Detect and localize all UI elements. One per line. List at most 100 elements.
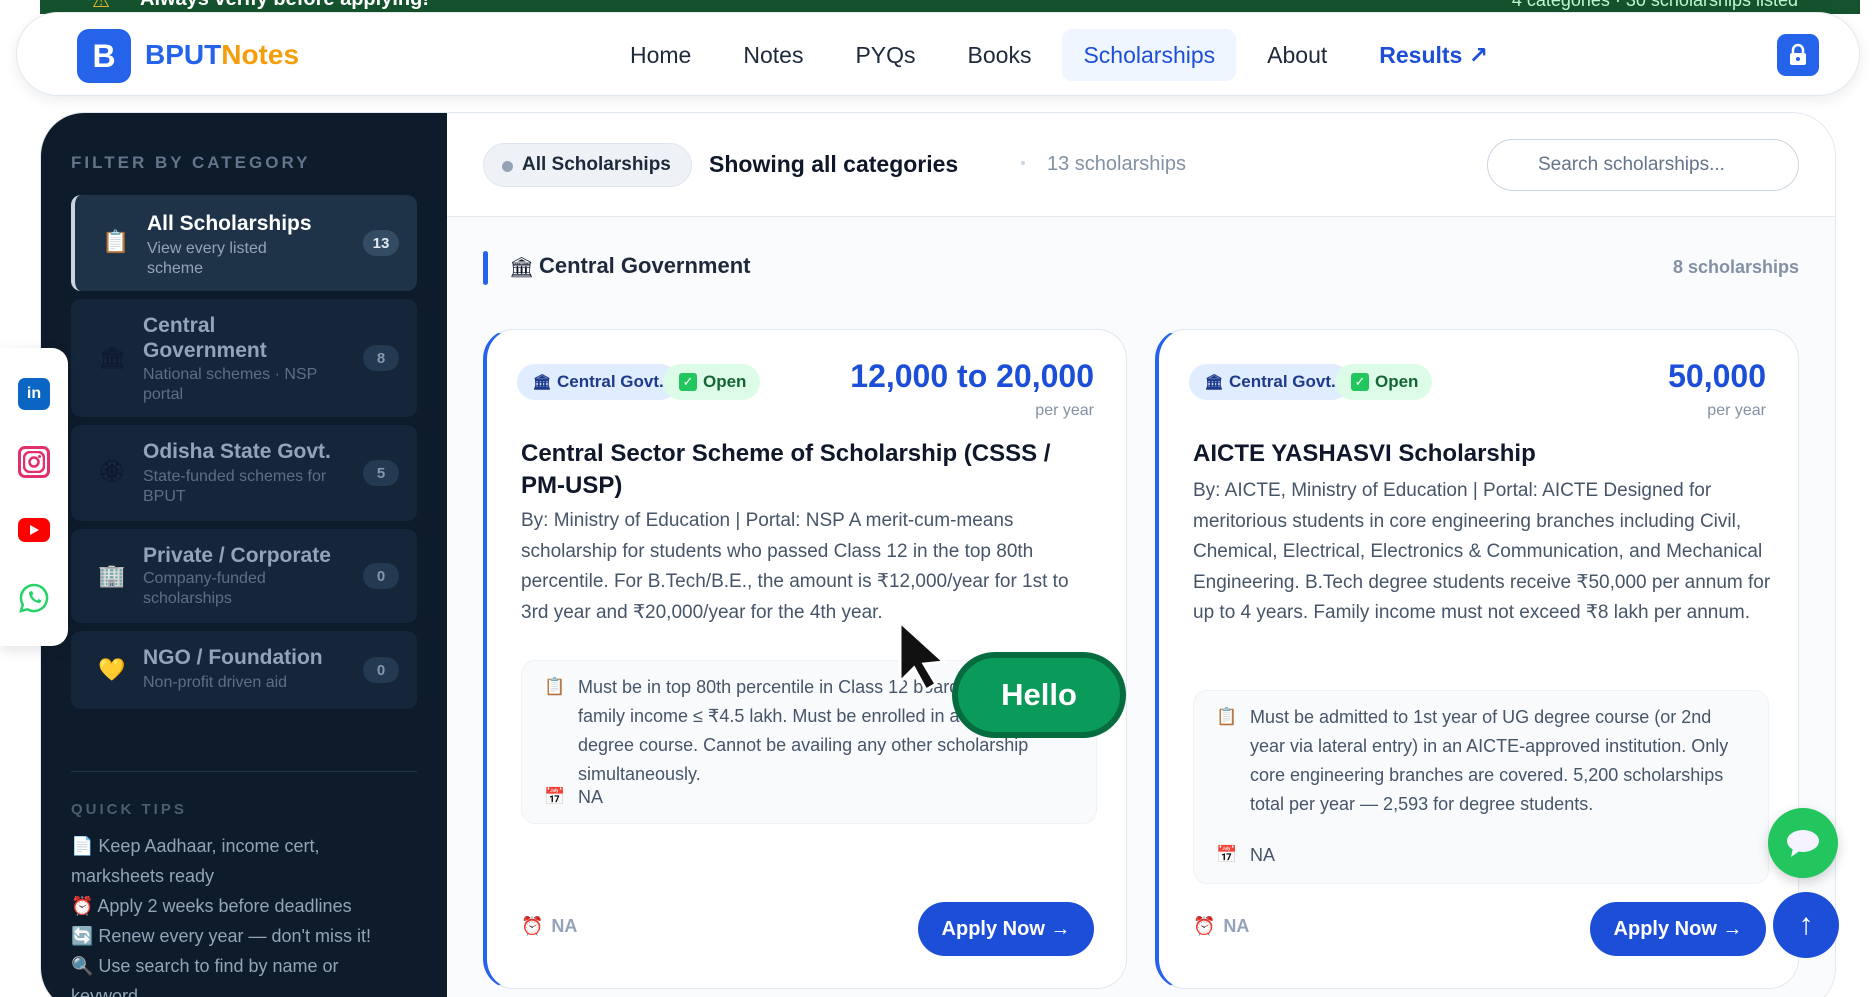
category-title: Odisha State Govt. bbox=[143, 440, 331, 463]
tips-list: 📄 Keep Aadhaar, income cert, marksheets … bbox=[71, 831, 371, 997]
category-odisha-state[interactable]: 🏵 Odisha State Govt. State-funded scheme… bbox=[71, 425, 417, 521]
nav-pyqs[interactable]: PYQs bbox=[834, 29, 936, 81]
tip-item: 📄 Keep Aadhaar, income cert, marksheets … bbox=[71, 836, 320, 886]
tip-item: 🔍 Use search to find by name or keyword bbox=[71, 956, 339, 997]
nav-menu: Home Notes PYQs Books Scholarships About… bbox=[609, 29, 1509, 81]
bank-icon: 🏛 bbox=[98, 345, 126, 370]
cursor-pointer-icon bbox=[898, 618, 948, 693]
section-count: 8 scholarships bbox=[1672, 257, 1799, 277]
sidebar-heading: FILTER BY CATEGORY bbox=[71, 153, 311, 172]
category-count: 13 bbox=[363, 230, 399, 256]
category-subtitle: State-funded schemes for BPUT bbox=[143, 468, 327, 505]
heart-icon: 💛 bbox=[98, 657, 126, 682]
banner-stats: 4 categories · 30 scholarships listed bbox=[1511, 0, 1798, 10]
deadline: ⏰ NA bbox=[521, 916, 578, 936]
bank-icon: 🏛 bbox=[509, 257, 535, 279]
scholarship-title: Central Sector Scheme of Scholarship (CS… bbox=[521, 440, 1051, 499]
clipboard-icon: 📋 bbox=[544, 677, 566, 696]
lock-icon bbox=[1790, 43, 1806, 65]
calendar-icon: 📅 bbox=[544, 787, 566, 806]
alarm-icon: ⏰ bbox=[521, 916, 544, 936]
category-sidebar: FILTER BY CATEGORY 📋 All Scholarships Vi… bbox=[41, 113, 447, 997]
dot-icon bbox=[502, 161, 513, 172]
main-content: All Scholarships Showing all categories … bbox=[447, 113, 1835, 997]
emblem-icon: 🏵 bbox=[98, 459, 126, 484]
apply-now-button[interactable]: Apply Now → bbox=[918, 902, 1094, 956]
amount-period: per year bbox=[1035, 402, 1094, 419]
hello-bubble[interactable]: Hello bbox=[952, 652, 1126, 738]
building-icon: 🏢 bbox=[98, 563, 126, 588]
check-icon: ✓ bbox=[1351, 373, 1369, 391]
category-title: Central Government bbox=[143, 314, 267, 362]
category-tag: 🏛 Central Govt. bbox=[517, 364, 678, 400]
category-ngo-foundation[interactable]: 💛 NGO / Foundation Non-profit driven aid… bbox=[71, 631, 417, 709]
category-private-corporate[interactable]: 🏢 Private / Corporate Company-funded sch… bbox=[71, 529, 417, 623]
deadline: ⏰ NA bbox=[1193, 916, 1250, 936]
category-count: 5 bbox=[363, 460, 399, 486]
tip-item: ⏰ Apply 2 weeks before deadlines bbox=[71, 896, 352, 916]
clipboard-icon: 📋 bbox=[1216, 707, 1238, 726]
linkedin-icon[interactable]: in bbox=[18, 378, 50, 410]
apply-now-button[interactable]: Apply Now → bbox=[1590, 902, 1766, 956]
scholarship-description: By: Ministry of Education | Portal: NSP … bbox=[521, 510, 1069, 623]
category-count: 0 bbox=[363, 657, 399, 683]
category-count: 0 bbox=[363, 563, 399, 589]
calendar-icon: 📅 bbox=[1216, 845, 1238, 864]
category-central-government[interactable]: 🏛 Central Government National schemes · … bbox=[71, 299, 417, 417]
category-all[interactable]: 📋 All Scholarships View every listed sch… bbox=[71, 195, 417, 291]
check-icon: ✓ bbox=[679, 373, 697, 391]
nav-home[interactable]: Home bbox=[609, 29, 712, 81]
whatsapp-icon[interactable] bbox=[18, 582, 50, 614]
back-to-top-button[interactable]: ↑ bbox=[1773, 892, 1839, 958]
showing-label: Showing all categories bbox=[709, 151, 959, 177]
nav-results[interactable]: Results ↗ bbox=[1358, 29, 1509, 81]
category-subtitle: Non-profit driven aid bbox=[143, 674, 288, 691]
section-title: Central Government bbox=[539, 253, 751, 278]
scholarship-description: By: AICTE, Ministry of Education | Porta… bbox=[1193, 480, 1771, 623]
clipboard-icon: 📋 bbox=[102, 229, 130, 254]
nav-books[interactable]: Books bbox=[947, 29, 1053, 81]
status-badge: ✓ Open bbox=[1335, 364, 1433, 400]
alarm-icon: ⏰ bbox=[1193, 916, 1216, 936]
results-count: 13 scholarships bbox=[1047, 153, 1186, 175]
social-sidebar: in bbox=[0, 348, 68, 646]
sidebar-divider bbox=[71, 771, 417, 772]
amount-period: per year bbox=[1707, 402, 1766, 419]
scholarship-title: AICTE YASHASVI Scholarship bbox=[1193, 440, 1536, 467]
category-title: Private / Corporate bbox=[143, 544, 331, 567]
active-filter-label: All Scholarships bbox=[522, 154, 671, 175]
bank-icon: 🏛 bbox=[1204, 374, 1224, 391]
logo-mark[interactable]: B bbox=[77, 29, 131, 83]
section-accent bbox=[483, 251, 488, 285]
nav-scholarships[interactable]: Scholarships bbox=[1062, 29, 1237, 81]
scholarships-panel: FILTER BY CATEGORY 📋 All Scholarships Vi… bbox=[40, 112, 1836, 997]
category-tag: 🏛 Central Govt. bbox=[1189, 364, 1350, 400]
tip-item: 🔄 Renew every year — don't miss it! bbox=[71, 926, 371, 946]
results-toolbar: All Scholarships Showing all categories … bbox=[447, 113, 1835, 217]
chat-bubble-icon bbox=[1787, 830, 1819, 857]
award-amount: 12,000 to 20,000 bbox=[850, 358, 1094, 394]
active-filter-pill[interactable]: All Scholarships bbox=[483, 143, 692, 187]
eligibility-text: Must be admitted to 1st year of UG degre… bbox=[1250, 707, 1729, 814]
category-subtitle: National schemes · NSP portal bbox=[143, 366, 317, 403]
category-title: NGO / Foundation bbox=[143, 646, 323, 669]
admin-lock-button[interactable] bbox=[1777, 34, 1819, 76]
banner-text: Always verify before applying! bbox=[140, 0, 429, 11]
status-badge: ✓ Open bbox=[663, 364, 761, 400]
bank-icon: 🏛 bbox=[532, 374, 552, 391]
eligibility-box: 📋 Must be admitted to 1st year of UG deg… bbox=[1193, 690, 1769, 884]
tips-heading: QUICK TIPS bbox=[71, 801, 187, 818]
nav-notes[interactable]: Notes bbox=[722, 29, 824, 81]
navbar: B BPUTNotes Home Notes PYQs Books Schola… bbox=[16, 12, 1860, 96]
youtube-icon[interactable] bbox=[18, 518, 50, 542]
date-text: NA bbox=[578, 787, 604, 807]
category-count: 8 bbox=[363, 345, 399, 371]
nav-about[interactable]: About bbox=[1246, 29, 1348, 81]
search-input[interactable]: Search scholarships... bbox=[1487, 139, 1799, 191]
instagram-icon[interactable] bbox=[18, 446, 50, 478]
logo-text[interactable]: BPUTNotes bbox=[145, 39, 299, 71]
separator-dot bbox=[1021, 161, 1025, 165]
date-text: NA bbox=[1250, 845, 1276, 865]
category-subtitle: Company-funded scholarships bbox=[143, 570, 266, 607]
chat-button[interactable] bbox=[1768, 808, 1838, 878]
